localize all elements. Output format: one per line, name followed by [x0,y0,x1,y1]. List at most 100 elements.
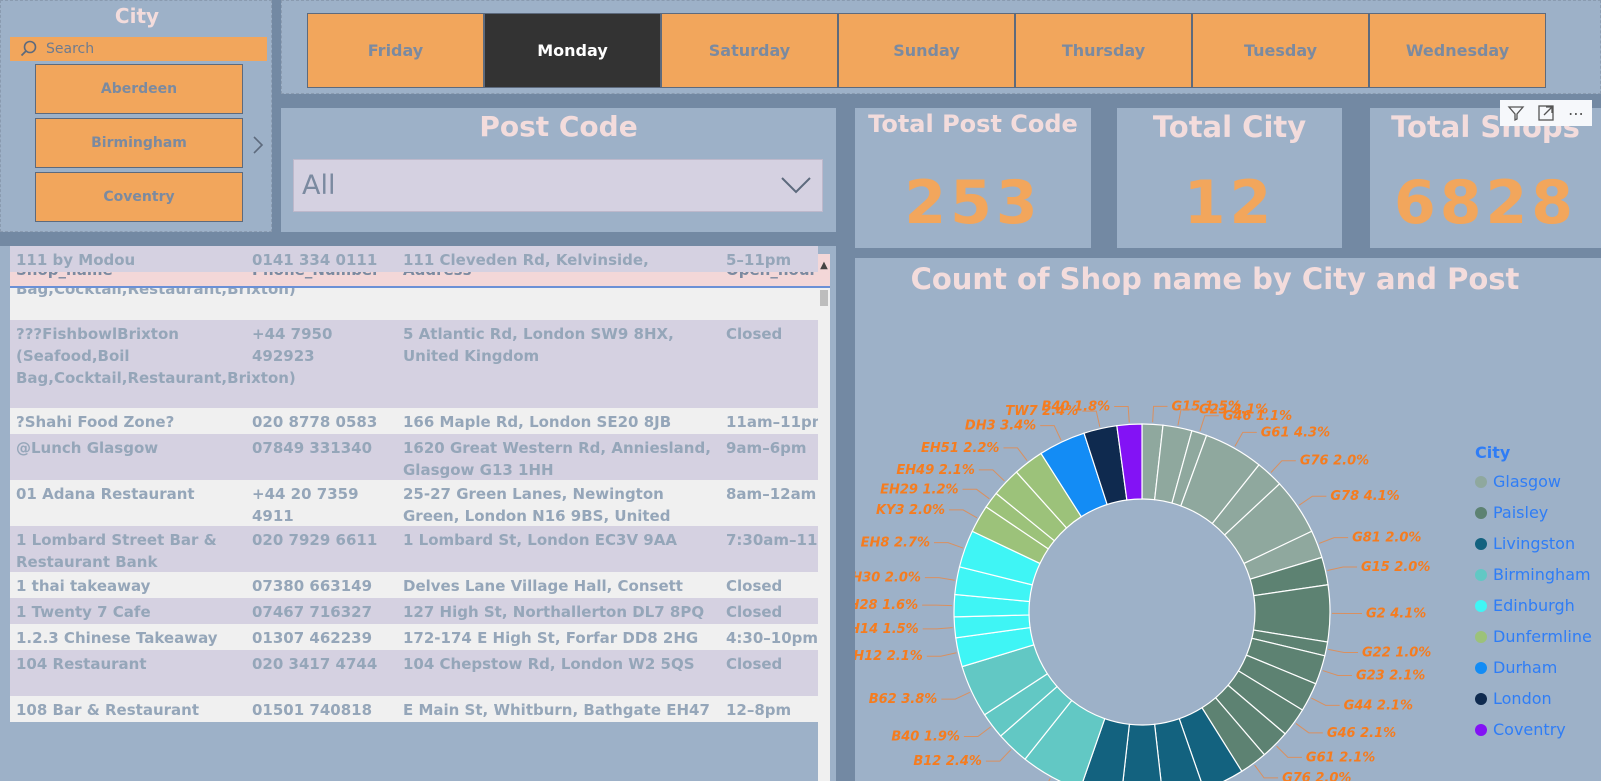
table-scrollbar[interactable] [818,288,830,781]
day-button-monday[interactable]: Monday [484,13,661,88]
chart-legend: City Glasgow Paisley Livingston Birmingham E… [1475,443,1592,745]
legend-item[interactable]: Dunfermline [1475,621,1592,652]
table-row[interactable]: 1 Twenty 7 Cafe 07467 716327 127 High St, … [10,598,818,624]
slice-leader-line [1270,460,1296,473]
slice-leader-line [1311,697,1340,706]
legend-swatch [1475,723,1487,736]
legend-item[interactable]: Edinburgh [1475,590,1592,621]
city-slicer-title: City [114,4,160,28]
legend-swatch [1475,537,1487,550]
focus-mode-icon[interactable] [1533,102,1559,124]
table-row[interactable]: ?Shahi Food Zone? 020 8778 0583 166 Maple … [10,408,818,434]
table-cell: 1 Lombard Street Bar & Restaurant Bank [16,531,217,571]
table-cell: 8am–12am [726,485,817,503]
day-button-tuesday[interactable]: Tuesday [1192,13,1369,88]
legend-item[interactable]: Glasgow [1475,466,1592,497]
post-code-selected-value: All [302,170,336,201]
table-cell: 11am–11pm [726,413,818,431]
legend-item[interactable]: Paisley [1475,497,1592,528]
table-cell: 1 Twenty 7 Cafe [16,603,151,621]
slice-data-label: G46 2.1% [1327,726,1396,741]
table-cell: 1 thai takeaway [16,577,151,595]
table-cell: 104 Restaurant [16,655,147,673]
slice-leader-line [1040,425,1062,441]
day-button-sunday[interactable]: Sunday [838,13,1015,88]
city-button-coventry[interactable]: Coventry [35,172,243,222]
kpi-value: 253 [904,168,1042,238]
slice-leader-line [949,509,978,519]
slice-data-label: G76 2.0% [1300,454,1369,469]
slice-leader-line [1254,764,1279,779]
table-cell: Bag,Cocktail,Restaurant,Brixton) [16,288,296,298]
table-row[interactable]: 1.2.3 Chinese Takeaway 01307 462239 172-17… [10,624,818,650]
table-row-partial[interactable]: Bag,Cocktail,Restaurant,Brixton) [10,288,818,320]
kpi-value: 6828 [1394,168,1577,238]
visual-header-toolbar: ⋯ [1500,100,1592,126]
table-row[interactable]: 1 Lombard Street Bar & Restaurant Bank 02… [10,526,818,572]
city-search-input[interactable]: Search [10,37,267,61]
city-slicer: City Search Aberdeen Birmingham Coventry [0,0,272,232]
legend-item[interactable]: Livingston [1475,528,1592,559]
table-row[interactable]: 108 Bar & Restaurant 01501 740818 E Main S… [10,696,818,722]
table-row[interactable]: ???FishbowlBrixton (Seafood,Boil Bag,Coc… [10,320,818,408]
slice-data-label: G2 4.1% [1366,607,1426,622]
slice-data-label: G46 1.1% [1223,409,1292,424]
table-cell: 07849 331340 [252,439,373,457]
table-cell: 0141 334 0111 [252,251,378,269]
slice-data-label: KY3 2.0% [876,503,945,518]
day-button-friday[interactable]: Friday [307,13,484,88]
legend-item[interactable]: Birmingham [1475,559,1592,590]
legend-item[interactable]: London [1475,683,1592,714]
table-cell: 1 Lombard St, London EC3V 9AA [403,531,677,549]
legend-item[interactable]: Coventry [1475,714,1592,745]
table-row[interactable]: 01 Adana Restaurant +44 20 7359 4911 25-27… [10,480,818,526]
table-row[interactable]: @Lunch Glasgow 07849 331340 1620 Great Wes… [10,434,818,480]
slice-leader-line [978,469,1005,482]
slice-data-label: G44 2.1% [1344,698,1413,713]
kpi-total-shops: Total Shops 6828 [1370,108,1601,248]
table-row[interactable]: 104 Restaurant 020 3417 4744 104 Chepstow … [10,650,818,696]
legend-swatch [1475,661,1487,674]
kpi-total-post-code: Total Post Code 253 [855,108,1091,248]
day-button-wednesday[interactable]: Wednesday [1369,13,1546,88]
legend-swatch [1475,630,1487,643]
day-button-thursday[interactable]: Thursday [1015,13,1192,88]
table-cell: Closed [726,325,783,343]
slice-data-label: EH8 2.7% [861,536,930,551]
legend-label: Edinburgh [1493,596,1575,615]
chevron-down-icon [781,177,811,194]
slice-data-label: G22 1.0% [1362,645,1431,660]
table-row[interactable]: 111 by Modou 0141 334 0111 111 Cleveden Rd… [10,246,818,272]
table-cell: Closed [726,603,783,621]
city-button-aberdeen[interactable]: Aberdeen [35,64,243,114]
table-cell: 5–11pm [726,251,792,269]
slice-data-label: B62 3.8% [869,692,938,707]
more-options-icon[interactable]: ⋯ [1563,102,1589,124]
day-button-saturday[interactable]: Saturday [661,13,838,88]
slice-leader-line [926,652,957,657]
legend-label: Durham [1493,658,1558,677]
slice-data-label: B40 1.9% [891,730,960,745]
table-cell: 01501 740818 [252,701,373,719]
table-cell: 7:30am–11pm [726,531,818,549]
post-code-dropdown[interactable]: All [293,159,823,212]
legend-label: Livingston [1493,534,1576,553]
legend-item[interactable]: Durham [1475,652,1592,683]
slice-leader-line [1298,495,1327,506]
table-cell: 172-174 E High St, Forfar DD8 2HG [403,629,699,647]
filter-icon[interactable] [1503,102,1529,124]
scrollbar-thumb[interactable] [820,290,828,306]
chevron-right-icon[interactable] [252,135,264,160]
post-code-slicer: Post Code All [281,108,836,232]
kpi-total-city: Total City 12 [1117,108,1342,248]
legend-label: Dunfermline [1493,627,1592,646]
city-button-birmingham[interactable]: Birmingham [35,118,243,168]
slice-leader-line [1319,537,1349,544]
table-row[interactable]: 1 thai takeaway 07380 663149 Delves Lane V… [10,572,818,598]
table-cell: 020 7929 6611 [252,531,378,549]
scroll-up-arrow-icon[interactable]: ▲ [818,260,830,271]
table-cell: 01 Adana Restaurant [16,485,195,503]
shop-table: Shop_name Phone_Number Address Open_hour… [0,246,836,781]
city-search-placeholder: Search [46,41,95,57]
day-slicer: Friday Monday Saturday Sunday Thursday T… [281,0,1601,94]
